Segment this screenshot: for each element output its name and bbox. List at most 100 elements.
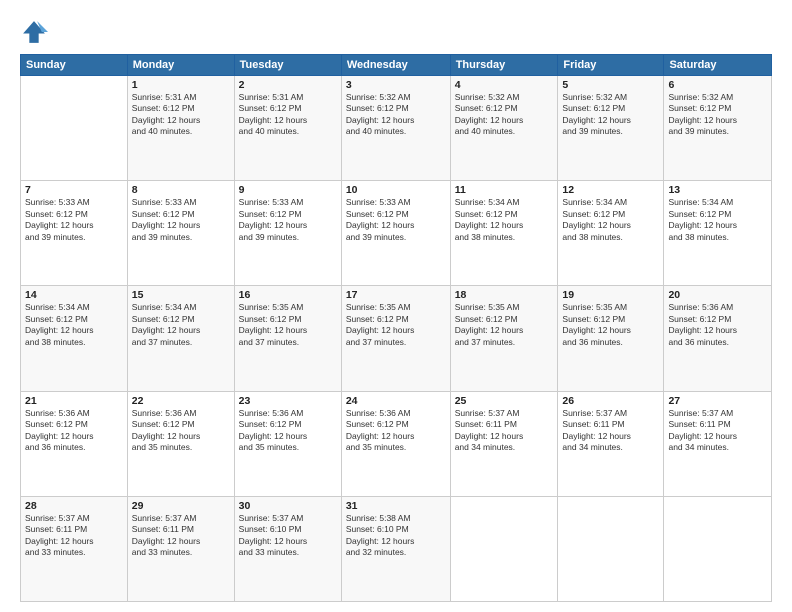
day-info: Sunrise: 5:33 AM Sunset: 6:12 PM Dayligh… [25, 197, 123, 243]
calendar-cell: 27Sunrise: 5:37 AM Sunset: 6:11 PM Dayli… [664, 391, 772, 496]
day-info: Sunrise: 5:37 AM Sunset: 6:11 PM Dayligh… [455, 408, 554, 454]
day-info: Sunrise: 5:37 AM Sunset: 6:11 PM Dayligh… [562, 408, 659, 454]
day-number: 25 [455, 395, 554, 407]
calendar-cell: 17Sunrise: 5:35 AM Sunset: 6:12 PM Dayli… [341, 286, 450, 391]
day-number: 17 [346, 289, 446, 301]
day-number: 3 [346, 79, 446, 91]
calendar-week-row: 1Sunrise: 5:31 AM Sunset: 6:12 PM Daylig… [21, 76, 772, 181]
calendar-cell [558, 496, 664, 601]
day-number: 14 [25, 289, 123, 301]
calendar-cell [450, 496, 558, 601]
weekday-header-wednesday: Wednesday [341, 55, 450, 76]
calendar-cell: 18Sunrise: 5:35 AM Sunset: 6:12 PM Dayli… [450, 286, 558, 391]
day-number: 21 [25, 395, 123, 407]
day-number: 8 [132, 184, 230, 196]
day-info: Sunrise: 5:32 AM Sunset: 6:12 PM Dayligh… [455, 92, 554, 138]
day-number: 26 [562, 395, 659, 407]
calendar-cell: 1Sunrise: 5:31 AM Sunset: 6:12 PM Daylig… [127, 76, 234, 181]
page: SundayMondayTuesdayWednesdayThursdayFrid… [0, 0, 792, 612]
calendar-cell: 15Sunrise: 5:34 AM Sunset: 6:12 PM Dayli… [127, 286, 234, 391]
day-number: 6 [668, 79, 767, 91]
day-info: Sunrise: 5:31 AM Sunset: 6:12 PM Dayligh… [132, 92, 230, 138]
day-number: 1 [132, 79, 230, 91]
calendar-cell: 24Sunrise: 5:36 AM Sunset: 6:12 PM Dayli… [341, 391, 450, 496]
calendar-cell: 5Sunrise: 5:32 AM Sunset: 6:12 PM Daylig… [558, 76, 664, 181]
logo-icon [20, 18, 48, 46]
day-number: 2 [239, 79, 337, 91]
calendar-cell: 26Sunrise: 5:37 AM Sunset: 6:11 PM Dayli… [558, 391, 664, 496]
day-number: 22 [132, 395, 230, 407]
weekday-header-sunday: Sunday [21, 55, 128, 76]
calendar-cell [664, 496, 772, 601]
day-info: Sunrise: 5:32 AM Sunset: 6:12 PM Dayligh… [668, 92, 767, 138]
day-info: Sunrise: 5:37 AM Sunset: 6:10 PM Dayligh… [239, 513, 337, 559]
calendar-cell: 13Sunrise: 5:34 AM Sunset: 6:12 PM Dayli… [664, 181, 772, 286]
calendar-cell: 16Sunrise: 5:35 AM Sunset: 6:12 PM Dayli… [234, 286, 341, 391]
day-number: 29 [132, 500, 230, 512]
calendar-cell: 8Sunrise: 5:33 AM Sunset: 6:12 PM Daylig… [127, 181, 234, 286]
day-info: Sunrise: 5:37 AM Sunset: 6:11 PM Dayligh… [132, 513, 230, 559]
day-info: Sunrise: 5:33 AM Sunset: 6:12 PM Dayligh… [239, 197, 337, 243]
day-info: Sunrise: 5:34 AM Sunset: 6:12 PM Dayligh… [668, 197, 767, 243]
day-number: 27 [668, 395, 767, 407]
day-number: 16 [239, 289, 337, 301]
weekday-header-thursday: Thursday [450, 55, 558, 76]
weekday-header-row: SundayMondayTuesdayWednesdayThursdayFrid… [21, 55, 772, 76]
calendar-cell: 4Sunrise: 5:32 AM Sunset: 6:12 PM Daylig… [450, 76, 558, 181]
day-info: Sunrise: 5:35 AM Sunset: 6:12 PM Dayligh… [239, 302, 337, 348]
calendar-cell: 14Sunrise: 5:34 AM Sunset: 6:12 PM Dayli… [21, 286, 128, 391]
calendar-cell: 9Sunrise: 5:33 AM Sunset: 6:12 PM Daylig… [234, 181, 341, 286]
day-info: Sunrise: 5:38 AM Sunset: 6:10 PM Dayligh… [346, 513, 446, 559]
day-number: 4 [455, 79, 554, 91]
calendar-cell [21, 76, 128, 181]
calendar-cell: 21Sunrise: 5:36 AM Sunset: 6:12 PM Dayli… [21, 391, 128, 496]
calendar-cell: 7Sunrise: 5:33 AM Sunset: 6:12 PM Daylig… [21, 181, 128, 286]
day-info: Sunrise: 5:36 AM Sunset: 6:12 PM Dayligh… [132, 408, 230, 454]
day-number: 15 [132, 289, 230, 301]
day-info: Sunrise: 5:31 AM Sunset: 6:12 PM Dayligh… [239, 92, 337, 138]
day-info: Sunrise: 5:34 AM Sunset: 6:12 PM Dayligh… [25, 302, 123, 348]
day-number: 30 [239, 500, 337, 512]
day-number: 23 [239, 395, 337, 407]
day-info: Sunrise: 5:35 AM Sunset: 6:12 PM Dayligh… [562, 302, 659, 348]
day-info: Sunrise: 5:36 AM Sunset: 6:12 PM Dayligh… [668, 302, 767, 348]
day-number: 10 [346, 184, 446, 196]
calendar-cell: 23Sunrise: 5:36 AM Sunset: 6:12 PM Dayli… [234, 391, 341, 496]
day-number: 20 [668, 289, 767, 301]
calendar-cell: 19Sunrise: 5:35 AM Sunset: 6:12 PM Dayli… [558, 286, 664, 391]
day-number: 18 [455, 289, 554, 301]
day-number: 13 [668, 184, 767, 196]
day-info: Sunrise: 5:36 AM Sunset: 6:12 PM Dayligh… [239, 408, 337, 454]
calendar-cell: 31Sunrise: 5:38 AM Sunset: 6:10 PM Dayli… [341, 496, 450, 601]
calendar-week-row: 28 Sunrise: 5:37 AM Sunset: 6:11 PM Dayli… [21, 496, 772, 601]
day-info: Sunrise: 5:33 AM Sunset: 6:12 PM Dayligh… [346, 197, 446, 243]
day-info: Sunrise: 5:35 AM Sunset: 6:12 PM Dayligh… [346, 302, 446, 348]
day-info: Sunrise: 5:32 AM Sunset: 6:12 PM Dayligh… [346, 92, 446, 138]
day-info: Sunrise: 5:36 AM Sunset: 6:12 PM Dayligh… [25, 408, 123, 454]
day-info: Sunrise: 5:34 AM Sunset: 6:12 PM Dayligh… [132, 302, 230, 348]
logo [20, 18, 52, 46]
calendar-cell: 20Sunrise: 5:36 AM Sunset: 6:12 PM Dayli… [664, 286, 772, 391]
day-info: Sunrise: 5:32 AM Sunset: 6:12 PM Dayligh… [562, 92, 659, 138]
calendar-cell: 6Sunrise: 5:32 AM Sunset: 6:12 PM Daylig… [664, 76, 772, 181]
day-number: 19 [562, 289, 659, 301]
day-info: Sunrise: 5:33 AM Sunset: 6:12 PM Dayligh… [132, 197, 230, 243]
calendar-cell: 25Sunrise: 5:37 AM Sunset: 6:11 PM Dayli… [450, 391, 558, 496]
day-number: 11 [455, 184, 554, 196]
header-area [20, 18, 772, 46]
calendar-cell: 22Sunrise: 5:36 AM Sunset: 6:12 PM Dayli… [127, 391, 234, 496]
calendar-cell: 11Sunrise: 5:34 AM Sunset: 6:12 PM Dayli… [450, 181, 558, 286]
calendar-cell: 10Sunrise: 5:33 AM Sunset: 6:12 PM Dayli… [341, 181, 450, 286]
day-number: 12 [562, 184, 659, 196]
calendar-week-row: 21Sunrise: 5:36 AM Sunset: 6:12 PM Dayli… [21, 391, 772, 496]
day-number: 9 [239, 184, 337, 196]
day-info: Sunrise: 5:34 AM Sunset: 6:12 PM Dayligh… [562, 197, 659, 243]
day-info: Sunrise: 5:35 AM Sunset: 6:12 PM Dayligh… [455, 302, 554, 348]
weekday-header-saturday: Saturday [664, 55, 772, 76]
day-number: 28 [25, 500, 123, 512]
day-number: 31 [346, 500, 446, 512]
calendar-week-row: 14Sunrise: 5:34 AM Sunset: 6:12 PM Dayli… [21, 286, 772, 391]
calendar-week-row: 7Sunrise: 5:33 AM Sunset: 6:12 PM Daylig… [21, 181, 772, 286]
day-number: 5 [562, 79, 659, 91]
day-info: Sunrise: 5:37 AM Sunset: 6:11 PM Dayligh… [668, 408, 767, 454]
